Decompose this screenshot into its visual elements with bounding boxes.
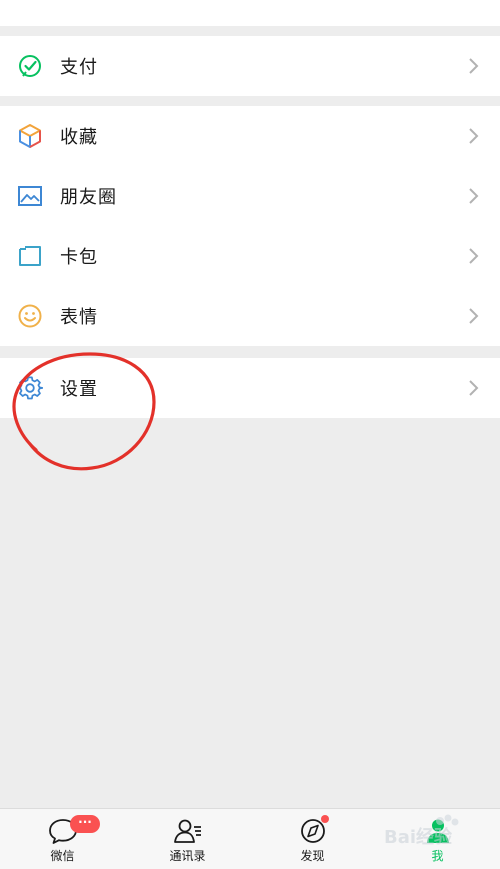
me-screen: 支付 收藏 朋友圈 卡包 表情 设置 ··· 微信 通讯录 发现 我 Bai经验 <box>0 0 500 869</box>
smiley-icon <box>16 302 44 330</box>
menu-item-moments[interactable]: 朋友圈 <box>0 166 500 226</box>
tab-discover[interactable]: 发现 <box>250 809 375 869</box>
contacts-icon <box>173 817 203 845</box>
tab-bar: ··· 微信 通讯录 发现 我 Bai经验 <box>0 808 500 869</box>
chevron-right-icon <box>468 379 480 397</box>
menu-group-main: 收藏 朋友圈 卡包 表情 <box>0 106 500 346</box>
tab-label: 通讯录 <box>169 849 206 863</box>
menu-item-label: 收藏 <box>60 127 98 148</box>
cube-icon <box>16 122 44 150</box>
tab-label: 发现 <box>300 849 325 863</box>
chevron-right-icon <box>468 187 480 205</box>
menu-item-pay[interactable]: 支付 <box>0 36 500 96</box>
baidu-jingyan-watermark: Bai经验 <box>384 813 474 863</box>
image-icon <box>16 182 44 210</box>
chevron-right-icon <box>468 57 480 75</box>
menu-item-cards[interactable]: 卡包 <box>0 226 500 286</box>
top-strip <box>0 0 500 26</box>
chevron-right-icon <box>468 247 480 265</box>
wallet-check-icon <box>16 52 44 80</box>
card-icon <box>16 242 44 270</box>
menu-item-label: 设置 <box>60 379 98 400</box>
menu-item-stickers[interactable]: 表情 <box>0 286 500 346</box>
chevron-right-icon <box>468 127 480 145</box>
menu-group-pay: 支付 <box>0 36 500 96</box>
unread-badge: ··· <box>70 815 100 833</box>
new-content-dot <box>321 815 329 823</box>
tab-contacts[interactable]: 通讯录 <box>125 809 250 869</box>
tab-label: 微信 <box>50 849 75 863</box>
watermark-text: Bai经验 <box>384 826 453 848</box>
menu-item-settings[interactable]: 设置 <box>0 358 500 418</box>
menu-item-label: 朋友圈 <box>60 187 117 208</box>
menu-item-label: 表情 <box>60 307 98 328</box>
menu-item-favorites[interactable]: 收藏 <box>0 106 500 166</box>
tab-chats[interactable]: ··· 微信 <box>0 809 125 869</box>
menu-item-label: 卡包 <box>60 247 98 268</box>
chevron-right-icon <box>468 307 480 325</box>
menu-group-settings: 设置 <box>0 358 500 418</box>
gear-icon <box>16 374 44 402</box>
menu-item-label: 支付 <box>60 57 98 78</box>
